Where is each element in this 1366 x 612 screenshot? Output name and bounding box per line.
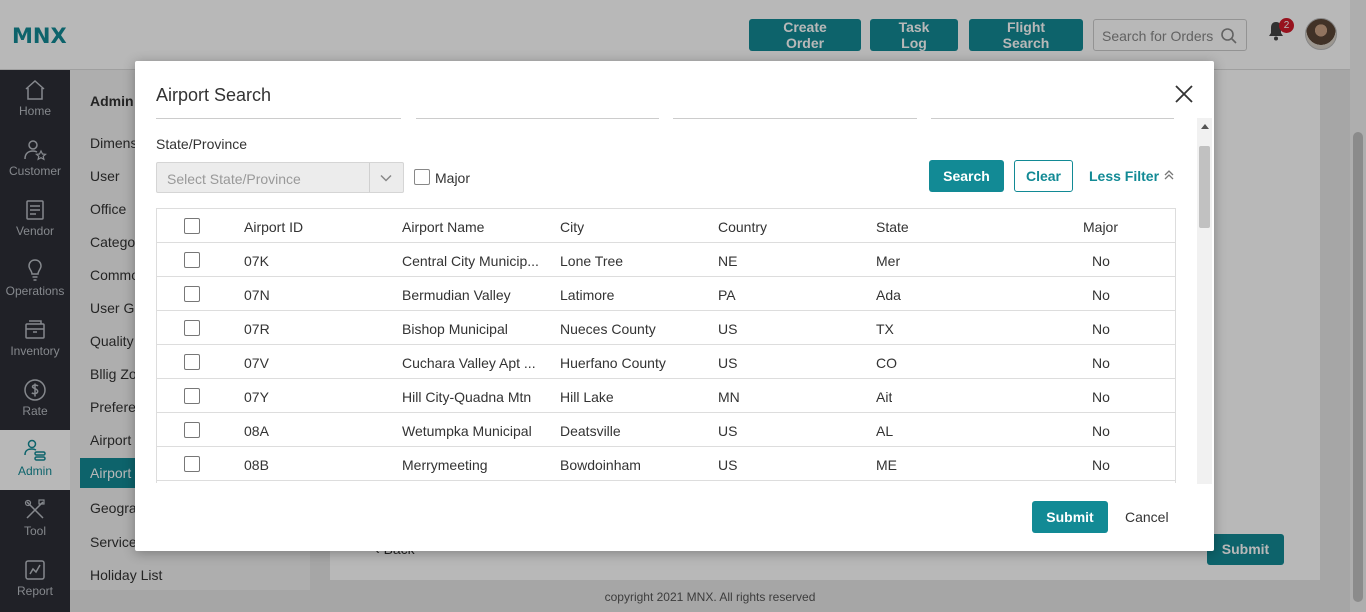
filter-field-underline[interactable]	[156, 118, 401, 119]
select-all-checkbox[interactable]	[184, 218, 200, 234]
airport-id-cell: 07Y	[244, 389, 269, 405]
airport-id-cell: 07R	[244, 321, 270, 337]
city-cell: Nueces County	[560, 321, 656, 337]
submit-button[interactable]: Submit	[1032, 501, 1108, 533]
modal-scrollbar[interactable]	[1197, 118, 1212, 484]
table-row[interactable]: 07K Central City Municip... Lone Tree NE Mer…	[157, 243, 1175, 277]
city-cell: Huerfano County	[560, 355, 666, 371]
modal-scrollbar-thumb[interactable]	[1199, 146, 1210, 228]
scroll-up-arrow-icon[interactable]	[1201, 123, 1209, 129]
filter-field-underline[interactable]	[673, 118, 917, 119]
country-cell: US	[718, 423, 738, 439]
airport-name-cell: Merrymeeting	[402, 457, 488, 473]
column-header-state[interactable]: State	[876, 219, 909, 235]
country-cell: NE	[718, 253, 738, 269]
filter-field-underline[interactable]	[931, 118, 1174, 119]
city-cell: Bowdoinham	[560, 457, 641, 473]
table-header-row: Airport ID Airport Name City Country Sta…	[157, 209, 1175, 243]
airport-name-cell: Wetumpka Municipal	[402, 423, 532, 439]
state-cell: Ait	[876, 389, 893, 405]
row-checkbox[interactable]	[184, 422, 200, 438]
column-header-city[interactable]: City	[560, 219, 584, 235]
city-cell: Lone Tree	[560, 253, 624, 269]
airport-name-cell: Central City Municip...	[402, 253, 539, 269]
row-checkbox[interactable]	[184, 320, 200, 336]
modal-title: Airport Search	[156, 85, 272, 105]
airport-name-cell: Cuchara Valley Apt ...	[402, 355, 536, 371]
row-checkbox[interactable]	[184, 388, 200, 404]
state-cell: AL	[876, 423, 894, 439]
close-icon[interactable]	[1172, 82, 1196, 106]
airport-name-cell: Hill City-Quadna Mtn	[402, 389, 532, 405]
major-cell: No	[1092, 423, 1110, 439]
major-cell: No	[1092, 253, 1110, 269]
city-cell: Deatsville	[560, 423, 621, 439]
row-checkbox[interactable]	[184, 456, 200, 472]
country-cell: US	[718, 321, 738, 337]
state-cell: TX	[876, 321, 894, 337]
state-province-select[interactable]: Select State/Province	[156, 162, 404, 193]
airport-id-cell: 07K	[244, 253, 269, 269]
state-cell: ME	[876, 457, 897, 473]
cancel-button[interactable]: Cancel	[1125, 509, 1169, 525]
row-checkbox[interactable]	[184, 286, 200, 302]
column-header-airport-name[interactable]: Airport Name	[402, 219, 484, 235]
major-cell: No	[1092, 389, 1110, 405]
airport-name-cell: Bermudian Valley	[402, 287, 511, 303]
major-cell: No	[1092, 457, 1110, 473]
search-button[interactable]: Search	[929, 160, 1004, 192]
row-checkbox[interactable]	[184, 252, 200, 268]
table-row[interactable]: 07N Bermudian Valley Latimore PA Ada No	[157, 277, 1175, 311]
row-checkbox[interactable]	[184, 354, 200, 370]
table-row[interactable]: 07Y Hill City-Quadna Mtn Hill Lake MN Ait No	[157, 379, 1175, 413]
column-header-country[interactable]: Country	[718, 219, 767, 235]
state-province-label: State/Province	[156, 136, 248, 152]
clear-button[interactable]: Clear	[1014, 160, 1073, 192]
airport-id-cell: 07V	[244, 355, 269, 371]
country-cell: US	[718, 457, 738, 473]
airport-id-cell: 08A	[244, 423, 269, 439]
city-cell: Hill Lake	[560, 389, 614, 405]
state-cell: Mer	[876, 253, 901, 269]
major-checkbox[interactable]	[414, 169, 430, 185]
table-row[interactable]: 08A Wetumpka Municipal Deatsville US AL No	[157, 413, 1175, 447]
table-row[interactable]: 08B Merrymeeting Bowdoinham US ME No	[157, 447, 1175, 481]
airport-id-cell: 08B	[244, 457, 269, 473]
city-cell: Latimore	[560, 287, 615, 303]
state-cell: Ada	[876, 287, 901, 303]
airport-id-cell: 07N	[244, 287, 270, 303]
less-filter-link[interactable]: Less Filter	[1089, 168, 1159, 184]
major-checkbox-label: Major	[435, 170, 471, 186]
column-header-major[interactable]: Major	[1083, 219, 1118, 235]
country-cell: PA	[718, 287, 736, 303]
major-cell: No	[1092, 321, 1110, 337]
column-header-airport-id[interactable]: Airport ID	[244, 219, 303, 235]
state-cell: CO	[876, 355, 897, 371]
airport-name-cell: Bishop Municipal	[402, 321, 508, 337]
table-row[interactable]: 07V Cuchara Valley Apt ... Huerfano County…	[157, 345, 1175, 379]
double-chevron-up-icon[interactable]	[1162, 168, 1176, 182]
select-divider	[369, 163, 370, 192]
airport-results-table: Airport ID Airport Name City Country Sta…	[156, 208, 1176, 483]
filter-field-underline[interactable]	[416, 118, 659, 119]
airport-search-modal: Airport Search State/Province Select Sta…	[135, 61, 1214, 551]
major-cell: No	[1092, 355, 1110, 371]
major-cell: No	[1092, 287, 1110, 303]
state-province-placeholder: Select State/Province	[167, 171, 301, 187]
country-cell: US	[718, 355, 738, 371]
chevron-down-icon[interactable]	[379, 171, 393, 185]
country-cell: MN	[718, 389, 740, 405]
table-row[interactable]: 07R Bishop Municipal Nueces County US TX No	[157, 311, 1175, 345]
